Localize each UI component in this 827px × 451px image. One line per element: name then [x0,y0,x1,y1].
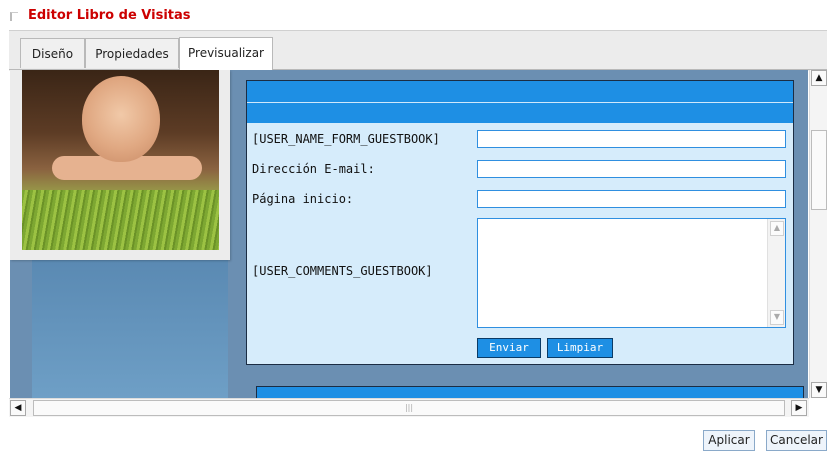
vertical-scrollbar[interactable]: ▲ ▼ [809,70,827,398]
guestbook-form-panel: [USER_NAME_FORM_GUESTBOOK] Dirección E-m… [246,80,794,365]
tab-diseno[interactable]: Diseño [20,38,85,68]
name-field-label: [USER_NAME_FORM_GUESTBOOK] [252,132,440,146]
homepage-field-label: Página inicio: [252,192,354,206]
woman-photo [22,70,219,250]
tab-propiedades[interactable]: Propiedades [85,38,179,68]
scroll-down-icon[interactable]: ▼ [811,382,827,398]
second-panel-header [256,386,804,398]
photo-grass [22,190,219,250]
scroll-left-icon[interactable]: ◀ [10,400,26,416]
name-input[interactable] [477,130,786,148]
form-header-bar [247,81,793,123]
apply-button[interactable]: Aplicar [703,430,755,451]
vertical-scroll-thumb[interactable] [811,130,827,210]
page-title: Editor Libro de Visitas [28,8,191,23]
textarea-scroll-down-icon[interactable]: ▼ [770,310,784,325]
horizontal-scrollbar[interactable]: ◀ ||| ▶ [9,398,809,417]
tab-previsualizar[interactable]: Previsualizar [179,37,273,70]
scroll-right-icon[interactable]: ▶ [791,400,807,416]
horizontal-scroll-thumb[interactable]: ||| [33,400,785,416]
cancel-button[interactable]: Cancelar [766,430,827,451]
form-header-line [247,102,793,103]
title-bullet-icon [10,12,18,21]
textarea-scroll-up-icon[interactable]: ▲ [770,221,784,236]
clear-button[interactable]: Limpiar [547,338,613,358]
scroll-up-icon[interactable]: ▲ [811,70,827,86]
comments-textarea[interactable]: ▲ ▼ [477,218,786,328]
homepage-input[interactable] [477,190,786,208]
email-field-label: Dirección E-mail: [252,162,375,176]
textarea-scrollbar[interactable]: ▲ ▼ [767,219,785,327]
preview-area: [USER_NAME_FORM_GUESTBOOK] Dirección E-m… [10,70,808,398]
photo-face [82,76,160,162]
submit-button[interactable]: Enviar [477,338,541,358]
email-input[interactable] [477,160,786,178]
photo-frame [10,70,230,260]
comments-field-label: [USER_COMMENTS_GUESTBOOK] [252,264,433,278]
